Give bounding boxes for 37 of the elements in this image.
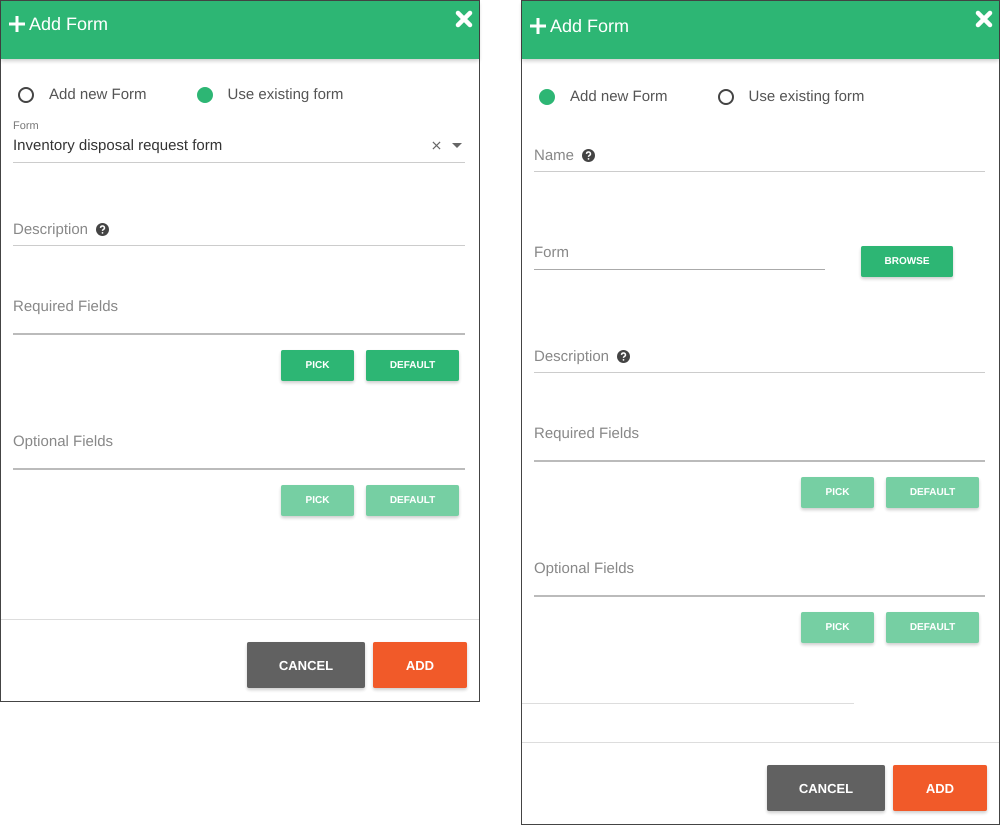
file-field[interactable]: Form — [534, 244, 825, 270]
text-field[interactable]: Description — [13, 221, 465, 246]
add-button[interactable]: ADD — [893, 765, 987, 811]
radio-icon[interactable] — [539, 88, 555, 104]
fields-input[interactable]: Required Fields — [13, 298, 465, 335]
browse-button[interactable]: BROWSE — [861, 246, 953, 277]
radio-option[interactable]: Use existing form — [196, 86, 344, 103]
radio-option[interactable]: Add new Form — [18, 86, 147, 103]
close-icon[interactable] — [455, 10, 473, 28]
plus-icon — [530, 18, 546, 34]
plus-icon — [9, 16, 25, 32]
text-field[interactable]: Description — [534, 348, 985, 373]
help-icon[interactable] — [582, 149, 596, 162]
fields-input[interactable]: Optional Fields — [534, 560, 985, 597]
radio-icon[interactable] — [18, 86, 34, 102]
radio-option[interactable]: Add new Form — [539, 88, 668, 105]
text-field[interactable]: Name — [534, 147, 985, 172]
fields-input[interactable]: Required Fields — [534, 425, 985, 462]
radio-icon[interactable] — [718, 88, 734, 104]
dialog-title: Add Form — [550, 16, 630, 37]
default-button[interactable]: DEFAULT — [366, 350, 459, 381]
radio-icon[interactable] — [196, 86, 213, 102]
dialog-title: Add Form — [29, 14, 110, 35]
close-icon[interactable] — [975, 10, 993, 28]
add-button[interactable]: ADD — [373, 642, 467, 688]
radio-option[interactable]: Use existing form — [718, 88, 864, 105]
clear-icon[interactable] — [432, 141, 441, 150]
dropdown-caret-icon[interactable] — [452, 143, 462, 148]
help-icon[interactable] — [617, 350, 630, 363]
field-value: Inventory disposal request form — [13, 137, 224, 154]
form-select[interactable]: Form Inventory disposal request form — [13, 120, 465, 163]
help-icon[interactable] — [96, 223, 110, 236]
cancel-button[interactable]: CANCEL — [767, 765, 885, 811]
pick-button[interactable]: PICK — [281, 350, 354, 381]
fields-input[interactable]: Optional Fields — [13, 433, 465, 470]
cancel-button[interactable]: CANCEL — [247, 642, 365, 688]
field-label: Form — [13, 120, 40, 132]
